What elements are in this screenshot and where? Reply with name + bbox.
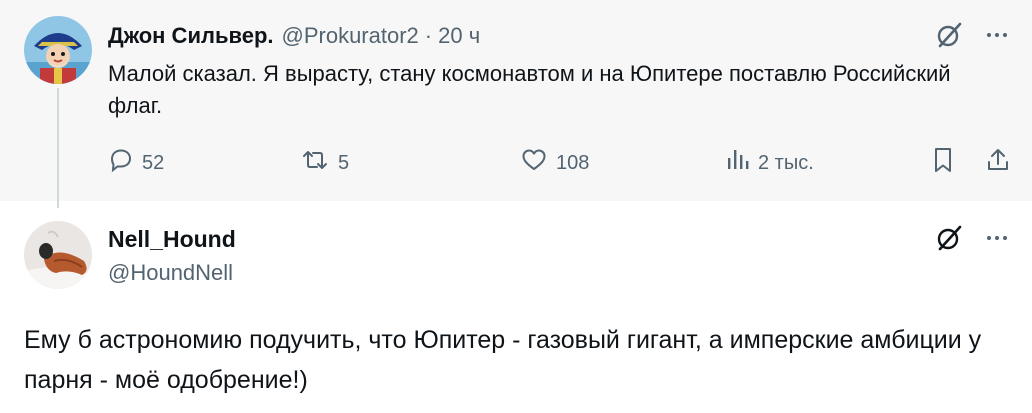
speech-bubble-icon <box>108 147 134 179</box>
repost-arrows-icon <box>300 147 330 179</box>
more-options-icon[interactable] <box>980 18 1014 52</box>
share-button[interactable] <box>984 146 1012 180</box>
views-count: 2 тыс. <box>758 151 814 174</box>
grok-icon[interactable] <box>932 18 966 52</box>
tweet-text: Малой сказал. Я вырасту, стану космонавт… <box>108 61 951 118</box>
tweet-text: Ему б астрономию подучить, что Юпитер - … <box>24 326 982 394</box>
reply-button[interactable]: 52 <box>108 146 164 180</box>
parent-tweet[interactable]: Джон Сильвер. @Prokurator2 · 20 ч Малой … <box>0 0 1032 208</box>
bookmark-icon <box>930 146 956 180</box>
author-handle[interactable]: @HoundNell <box>108 258 233 288</box>
repost-button[interactable]: 5 <box>300 146 349 180</box>
thread-connector-line <box>57 88 59 208</box>
share-upload-icon <box>984 146 1012 180</box>
like-button[interactable]: 108 <box>520 146 589 180</box>
more-options-icon[interactable] <box>980 221 1014 255</box>
tweet-thread: Джон Сильвер. @Prokurator2 · 20 ч Малой … <box>0 0 1032 413</box>
author-name[interactable]: Джон Сильвер. <box>108 23 274 49</box>
like-count: 108 <box>556 151 590 174</box>
bar-chart-icon <box>726 147 750 179</box>
views-button[interactable]: 2 тыс. <box>726 146 814 180</box>
bookmark-button[interactable] <box>930 146 956 180</box>
tweet-time[interactable]: 20 ч <box>438 23 480 49</box>
repost-count: 5 <box>338 151 350 174</box>
header-separator: · <box>424 23 433 48</box>
grok-icon[interactable] <box>932 221 966 255</box>
avatar[interactable] <box>24 16 92 84</box>
author-name[interactable]: Nell_Hound <box>108 224 236 254</box>
heart-icon <box>520 147 548 179</box>
tweet-header: Джон Сильвер. @Prokurator2 · 20 ч <box>108 20 480 52</box>
avatar[interactable] <box>24 221 92 289</box>
reply-count: 52 <box>142 151 165 174</box>
author-handle[interactable]: @Prokurator2 <box>282 23 419 49</box>
